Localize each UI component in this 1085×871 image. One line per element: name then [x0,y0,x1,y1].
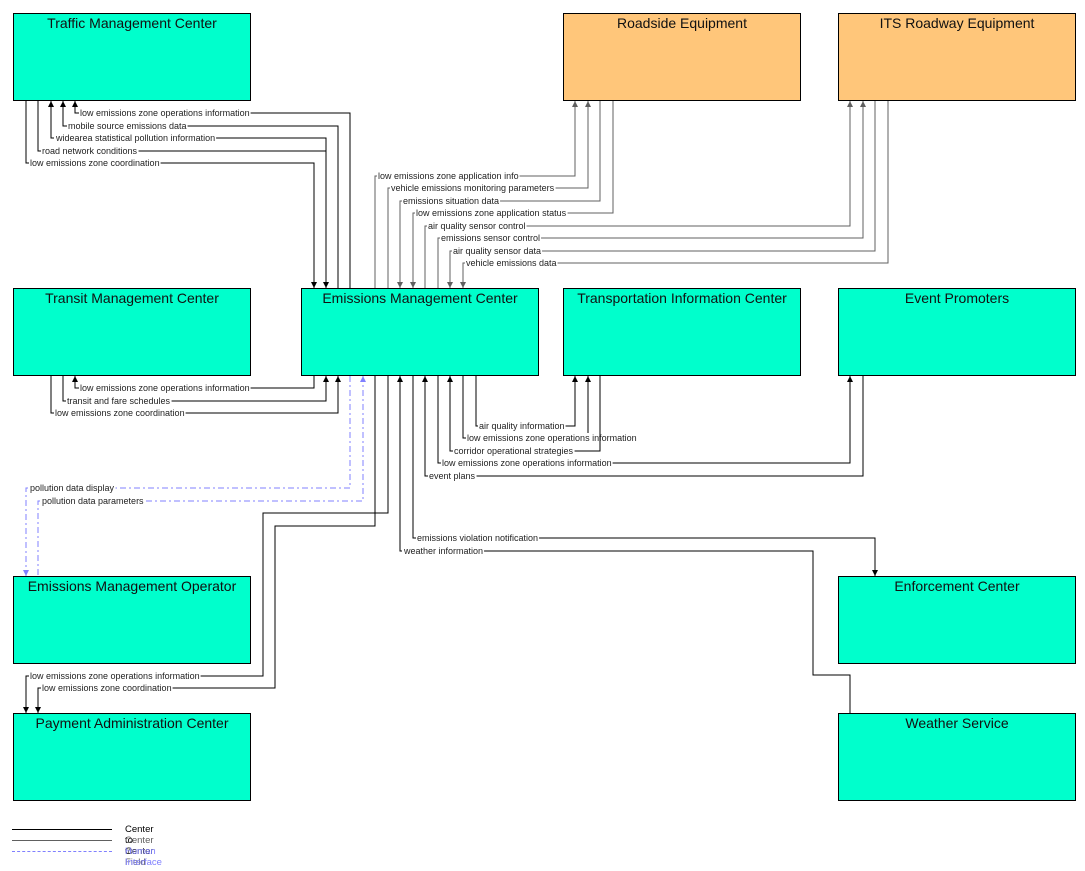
flow-arrowhead-icon [847,376,853,382]
flow-arrowhead-icon [48,101,54,107]
flow-label: pollution data display [30,483,115,493]
node-label: Traffic Management Center [47,15,217,31]
flow-arrowhead-icon [72,101,78,107]
node-label: ITS Roadway Equipment [879,15,1035,31]
flow-label: low emissions zone coordination [42,683,172,693]
node-pac[interactable]: Payment Administration Center [13,713,251,801]
node-trmc[interactable]: Transit Management Center [13,288,251,376]
flow-label: event plans [429,471,476,481]
node-label: Emissions Management Center [322,290,518,306]
flow-arrowhead-icon [847,101,853,107]
flow-label: low emissions zone operations informatio… [30,671,200,681]
flow-arrowhead-icon [572,376,578,382]
flow-label: low emissions zone operations informatio… [442,458,612,468]
flow-its-to-emc[interactable]: vehicle emissions data [460,101,889,288]
flow-label: vehicle emissions monitoring parameters [391,183,555,193]
flow-arrowhead-icon [60,101,66,107]
node-rse[interactable]: Roadside Equipment [563,13,801,101]
flow-label: air quality sensor control [428,221,526,231]
node-emo[interactable]: Emissions Management Operator [13,576,251,664]
flow-emc-to-tic[interactable]: air quality information [475,376,578,431]
node-label: Transportation Information Center [577,290,787,306]
flow-label: low emissions zone coordination [55,408,185,418]
flow-arrowhead-icon [335,376,341,382]
flow-label: air quality sensor data [453,246,541,256]
flow-arrowhead-icon [585,376,591,382]
flow-emc-to-tmc[interactable]: mobile source emissions data [60,101,339,288]
flow-label: pollution data parameters [42,496,144,506]
flow-label: widearea statistical pollution informati… [55,133,215,143]
flow-arrowhead-icon [72,376,78,382]
node-tmc[interactable]: Traffic Management Center [13,13,251,101]
legend-line-center-to-field [12,840,112,841]
flow-label: corridor operational strategies [454,446,574,456]
flow-arrowhead-icon [572,101,578,107]
flow-label: weather information [403,546,483,556]
node-label: Enforcement Center [894,578,1020,594]
legend-label: Human Interface [125,846,162,868]
flow-tic-to-emc[interactable]: corridor operational strategies [447,376,601,456]
flow-arrowhead-icon [447,376,453,382]
node-label: Roadside Equipment [617,15,747,31]
flow-label: low emissions zone operations informatio… [80,108,250,118]
flow-emc-to-trmc[interactable]: low emissions zone operations informatio… [72,376,315,393]
flow-label: low emissions zone operations informatio… [80,383,250,393]
flow-label: road network conditions [42,146,138,156]
node-emc[interactable]: Emissions Management Center [301,288,539,376]
flow-label: low emissions zone application status [416,208,567,218]
flow-line[interactable] [475,376,576,427]
flow-arrowhead-icon [397,376,403,382]
flow-emc-to-tic[interactable]: low emissions zone operations informatio… [462,376,638,443]
node-tic[interactable]: Transportation Information Center [563,288,801,376]
node-label: Emissions Management Operator [27,578,237,594]
flow-label: emissions situation data [403,196,499,206]
flow-arrowhead-icon [585,101,591,107]
legend-line-center-to-center [12,829,112,830]
flow-arrowhead-icon [360,376,366,382]
node-label: Payment Administration Center [35,715,229,731]
node-ep[interactable]: Event Promoters [838,288,1076,376]
flow-label: transit and fare schedules [67,396,171,406]
node-ws[interactable]: Weather Service [838,713,1076,801]
flow-arrowhead-icon [422,376,428,382]
flow-line[interactable] [399,376,851,713]
flow-arrowhead-icon [323,376,329,382]
flow-label: emissions sensor control [441,233,540,243]
node-its[interactable]: ITS Roadway Equipment [838,13,1076,101]
flow-arrowhead-icon [860,101,866,107]
node-enf[interactable]: Enforcement Center [838,576,1076,664]
flow-label: emissions violation notification [417,533,538,543]
node-label: Weather Service [905,715,1009,731]
flow-label: low emissions zone application info [378,171,519,181]
flow-ws-to-emc[interactable]: weather information [397,376,851,713]
flow-label: vehicle emissions data [466,258,557,268]
legend-line-human-interface [12,851,112,852]
flow-label: mobile source emissions data [68,121,187,131]
node-label: Event Promoters [904,290,1010,306]
flow-label: air quality information [479,421,565,431]
flow-label: low emissions zone operations informatio… [467,433,637,443]
node-label: Transit Management Center [45,290,219,306]
flow-label: low emissions zone coordination [30,158,160,168]
